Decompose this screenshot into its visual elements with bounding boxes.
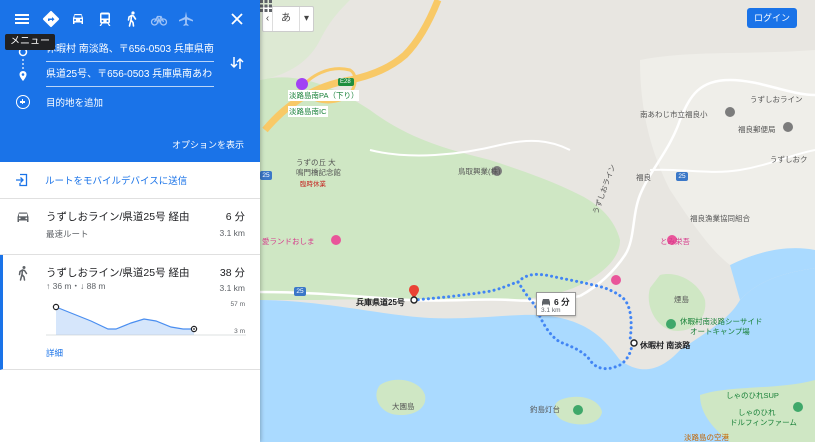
destination-label[interactable]: 兵庫県道25号 xyxy=(356,297,405,308)
map-label[interactable]: うずしおク xyxy=(770,154,808,165)
elevation-profile xyxy=(46,303,246,336)
expressway-number: E28 xyxy=(340,79,351,85)
poi-pin-icon xyxy=(666,319,676,329)
travel-mode-bar xyxy=(0,0,260,38)
walking-mode-button[interactable] xyxy=(119,6,145,32)
close-icon xyxy=(231,13,243,25)
apps-grid-icon[interactable] xyxy=(260,0,272,12)
best-mode-button[interactable] xyxy=(38,6,64,32)
map-canvas[interactable]: 25 25 25 E28 ‹ あ ▾ ログイン 淡路島南PA（下り） 淡路島南I… xyxy=(260,0,815,442)
show-options-button[interactable]: オプションを表示 xyxy=(172,138,244,151)
route-option-driving[interactable]: うずしおライン/県道25号 経由 最速ルート 6 分 3.1 km xyxy=(0,199,260,255)
destination-marker[interactable] xyxy=(410,296,418,304)
map-label: 福良 xyxy=(636,173,651,182)
parking-icon xyxy=(296,78,308,90)
map-label[interactable]: 福良郵便局 xyxy=(738,124,776,135)
map-label[interactable]: 南あわじ市立福良小 xyxy=(640,109,708,120)
map-label[interactable]: 愛ランドおしま xyxy=(262,236,315,247)
car-icon xyxy=(542,299,550,306)
car-icon xyxy=(73,14,83,24)
destination-input[interactable]: 県道25号、〒656-0503 兵庫県南あわじ xyxy=(46,65,214,87)
map-label: 煙島 xyxy=(674,295,689,304)
origin-label[interactable]: 休暇村 南淡路 xyxy=(640,340,690,351)
map-label[interactable]: 淡路島の空港 xyxy=(684,432,729,442)
bicycle-icon xyxy=(150,15,168,26)
elevation-change: ↑ 36 m・↓ 88 m xyxy=(46,281,106,291)
walking-icon xyxy=(18,266,28,281)
menu-tooltip: メニュー xyxy=(5,34,55,50)
map-label[interactable]: 福良漁業協同組合 xyxy=(690,213,750,224)
map-label[interactable]: 釣島灯台 xyxy=(530,404,560,415)
destination-pin-icon xyxy=(19,71,27,81)
route-callout[interactable]: 6 分 3.1 km xyxy=(536,292,576,316)
map-label: 大園島 xyxy=(392,402,415,411)
route-duration: 38 分 xyxy=(219,267,245,279)
map-label[interactable]: 淡路島南PA（下り） xyxy=(288,90,360,101)
swap-waypoints-icon[interactable] xyxy=(228,54,246,72)
callout-distance: 3.1 km xyxy=(541,307,561,314)
transit-mode-button[interactable] xyxy=(92,6,118,32)
route-subtitle: 最速ルート xyxy=(46,229,89,239)
poi-pin-icon xyxy=(331,235,341,245)
send-to-mobile-row[interactable]: ルートをモバイルデバイスに送信 xyxy=(0,162,260,199)
directions-header: メニュー 休暇村 南淡路、〒656-0503 兵庫県南あ 県道25号、〒656-… xyxy=(0,0,260,162)
train-icon xyxy=(99,12,111,26)
car-icon xyxy=(17,212,29,222)
elevation-min: 3 m xyxy=(234,328,245,335)
directions-panel: メニュー 休暇村 南淡路、〒656-0503 兵庫県南あ 県道25号、〒656-… xyxy=(0,0,260,442)
origin-input[interactable]: 休暇村 南淡路、〒656-0503 兵庫県南あ xyxy=(46,40,214,62)
poi-pin-icon xyxy=(725,107,735,117)
send-to-mobile-label: ルートをモバイルデバイスに送信 xyxy=(45,176,188,187)
route-distance: 3.1 km xyxy=(219,283,245,293)
route-duration: 6 分 xyxy=(225,211,245,223)
map-label[interactable]: とみ栄吾 xyxy=(660,236,690,247)
close-directions-button[interactable] xyxy=(224,6,250,32)
poi-pin-icon xyxy=(611,275,621,285)
add-destination-label: 目的地を追加 xyxy=(46,98,104,109)
map-label[interactable]: しゃのひれSUP xyxy=(726,390,779,401)
poi-pin-icon xyxy=(793,402,803,412)
map-label[interactable]: 鳴門橋記念館 xyxy=(296,167,341,178)
road-number: 25 xyxy=(296,288,304,295)
driving-mode-button[interactable] xyxy=(65,6,91,32)
route-distance: 3.1 km xyxy=(219,228,245,238)
route-option-walking[interactable]: うずしおライン/県道25号 経由 ↑ 36 m・↓ 88 m 38 分 3.1 … xyxy=(0,255,260,370)
add-destination-button[interactable]: 目的地を追加 xyxy=(16,93,103,111)
origin-marker[interactable] xyxy=(630,339,638,347)
menu-button[interactable] xyxy=(9,6,35,32)
road-number: 25 xyxy=(262,172,270,179)
cycling-mode-button[interactable] xyxy=(146,6,172,32)
add-circle-icon xyxy=(16,95,30,109)
walking-icon xyxy=(127,11,137,27)
flight-mode-button[interactable] xyxy=(173,6,199,32)
ime-mode[interactable]: あ xyxy=(273,7,299,31)
poi-pin-icon xyxy=(783,122,793,132)
ime-dropdown[interactable]: ▾ xyxy=(299,7,313,31)
hamburger-icon xyxy=(15,14,29,24)
map-label: うずしおライン xyxy=(750,95,803,104)
airplane-icon xyxy=(179,11,193,26)
route-title: うずしおライン/県道25号 経由 xyxy=(46,267,190,279)
map-label[interactable]: ドルフィンファーム xyxy=(730,417,797,428)
route-title: うずしおライン/県道25号 経由 xyxy=(46,211,190,223)
map-label[interactable]: 淡路島南IC xyxy=(288,106,328,117)
poi-pin-icon xyxy=(573,405,583,415)
map-label[interactable]: 鳥取興業(株) xyxy=(458,166,501,177)
map-label: 臨時休業 xyxy=(300,181,326,188)
road-number: 25 xyxy=(678,173,686,180)
directions-diamond-icon xyxy=(42,10,60,28)
login-button[interactable]: ログイン xyxy=(747,8,797,28)
waypoint-dots xyxy=(22,59,24,69)
route-details-link[interactable]: 詳細 xyxy=(46,347,63,359)
elevation-max: 57 m xyxy=(230,301,245,308)
map-label[interactable]: オートキャンプ場 xyxy=(690,326,750,337)
send-to-device-icon xyxy=(16,173,28,187)
